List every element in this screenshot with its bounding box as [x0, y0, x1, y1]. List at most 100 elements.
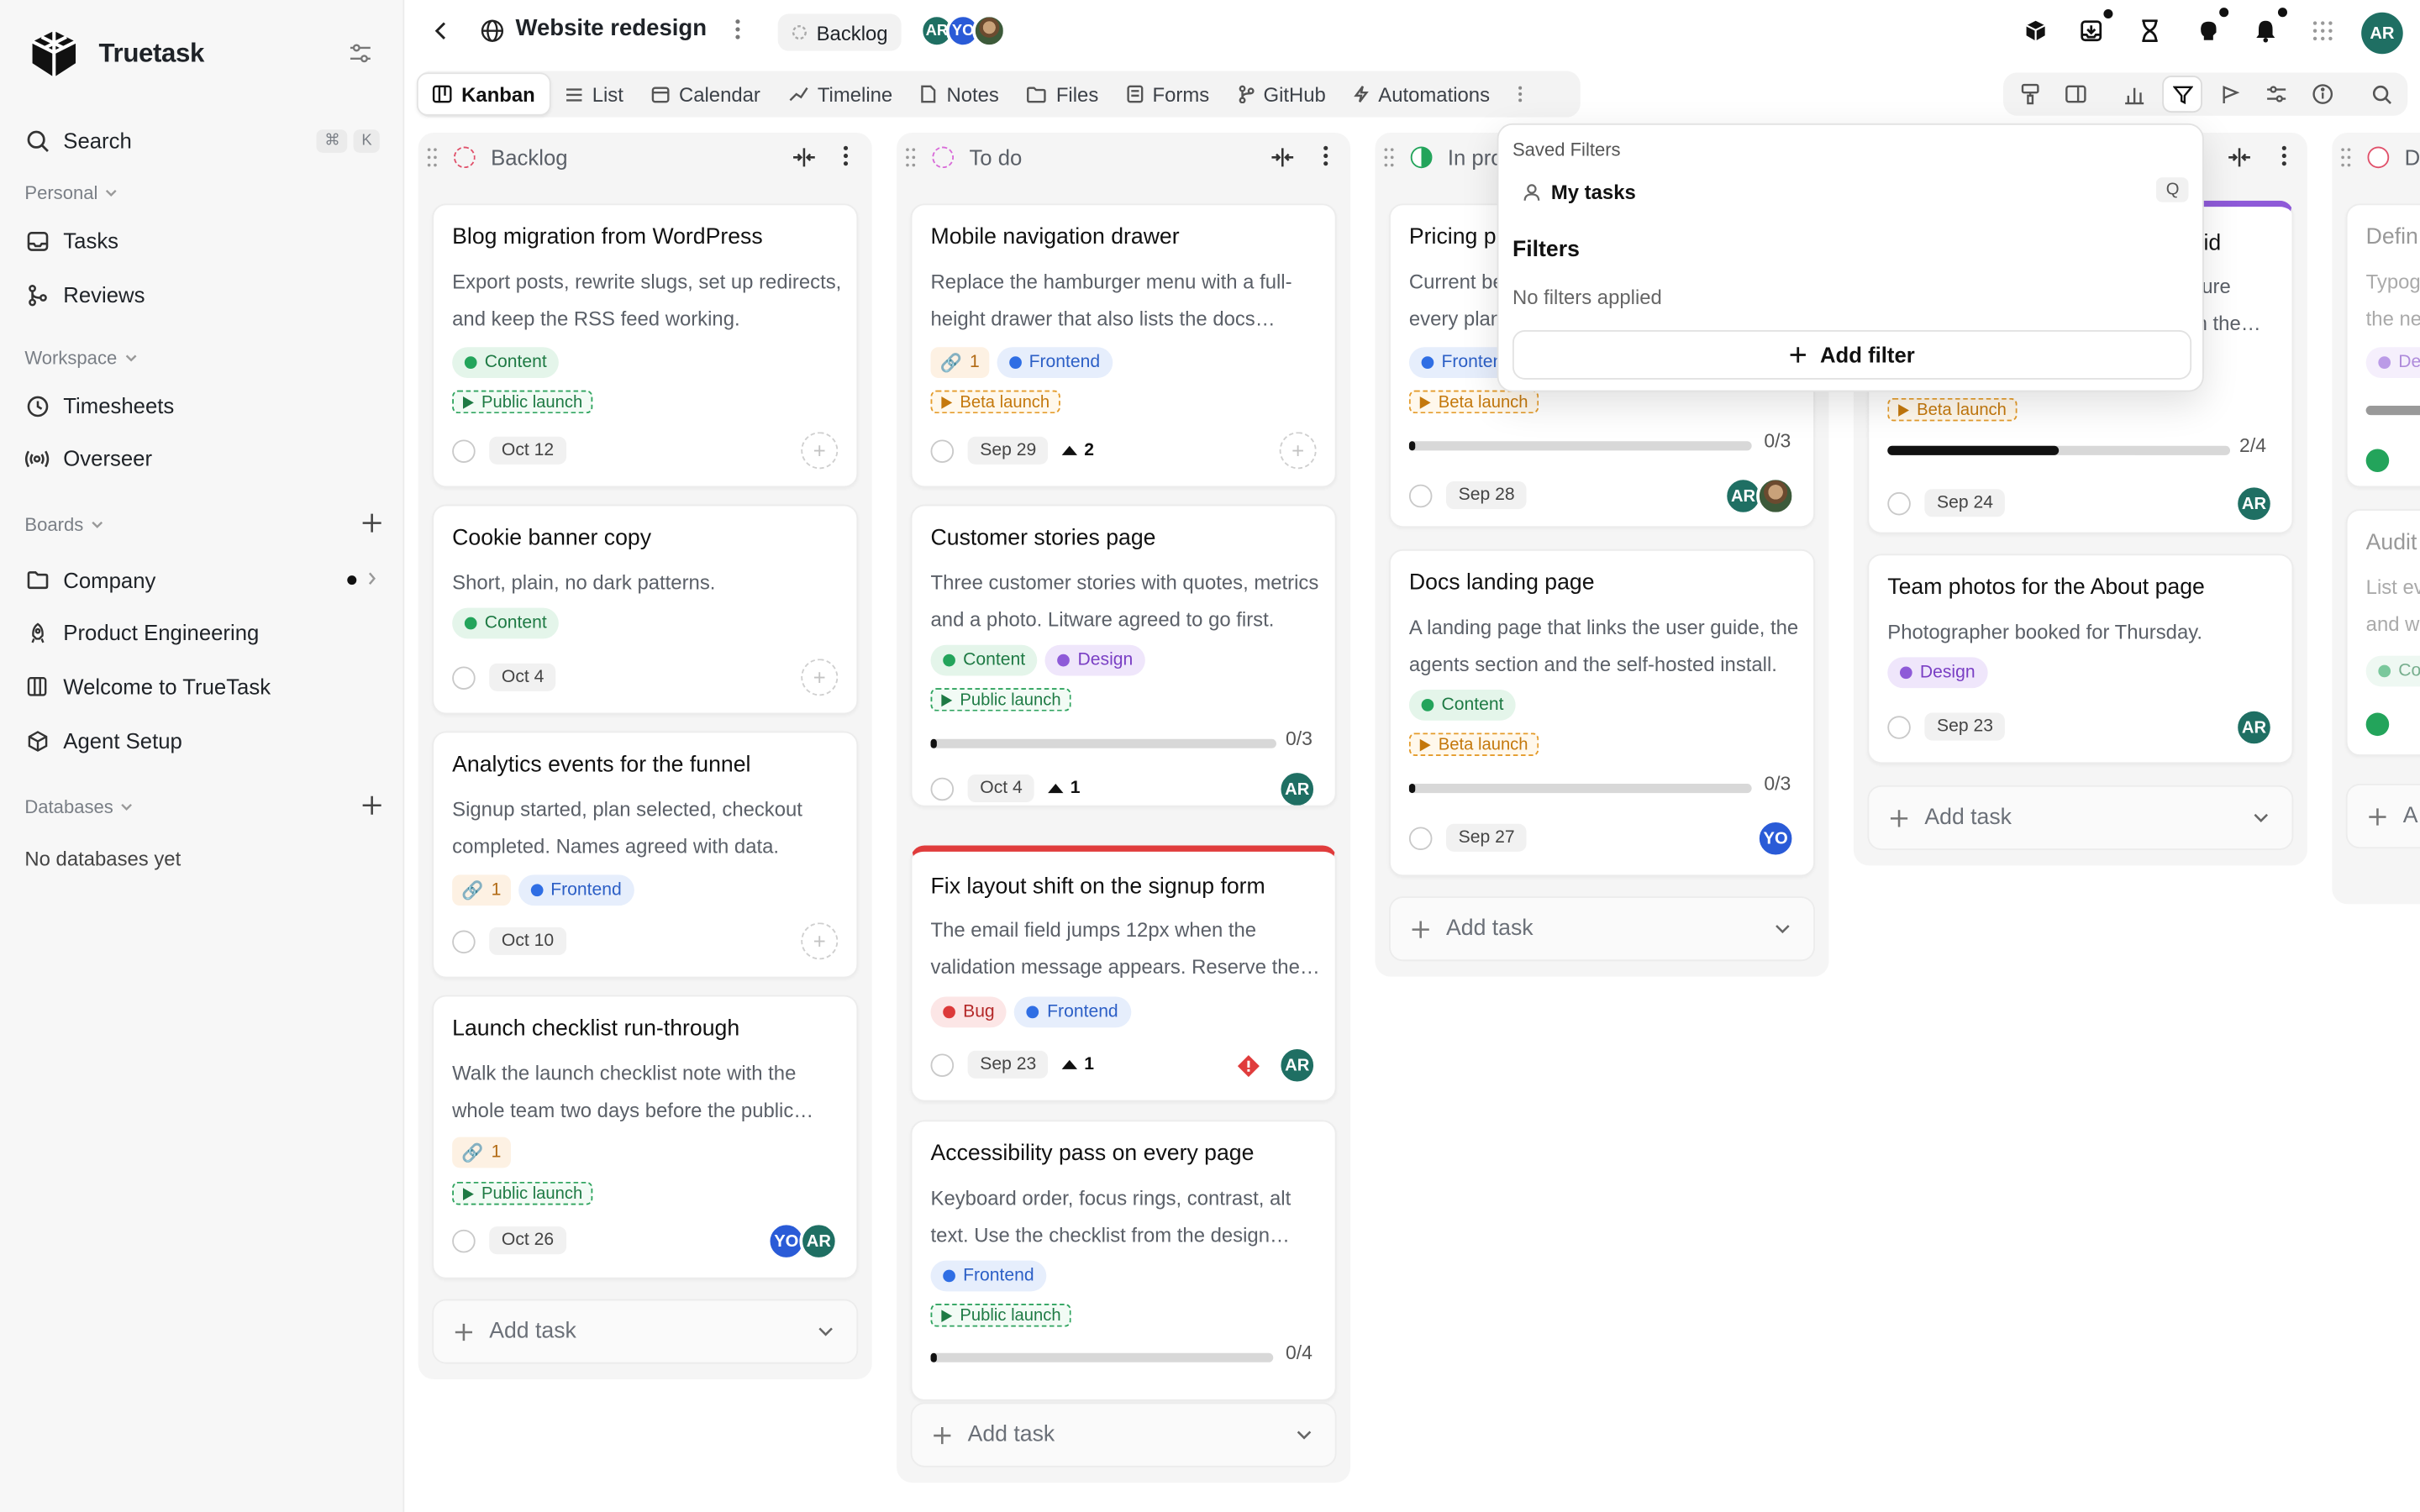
due-date[interactable]: Oct 10 [489, 927, 566, 955]
due-date[interactable]: Sep 29 [967, 436, 1049, 465]
search-icon[interactable] [2367, 81, 2395, 108]
complete-checkbox[interactable] [1408, 826, 1433, 850]
add-task-button[interactable]: Add task [432, 1299, 859, 1364]
board-more-icon[interactable] [734, 18, 740, 40]
add-task-button[interactable]: Add task [910, 1402, 1337, 1467]
chevron-down-icon[interactable] [2252, 808, 2270, 827]
due-date[interactable]: Oct 26 [489, 1226, 566, 1255]
sidebar-item-tasks[interactable]: Tasks [24, 223, 118, 257]
add-task-button[interactable]: A [2345, 784, 2420, 849]
drag-handle-icon[interactable] [904, 146, 917, 168]
column-more-icon[interactable] [1323, 145, 1328, 167]
tab-calendar[interactable]: Calendar [637, 72, 774, 115]
hourglass-icon[interactable] [2136, 17, 2164, 45]
chevron-down-icon[interactable] [1773, 920, 1791, 938]
milestone-badge[interactable]: Beta launch [930, 390, 1061, 414]
milestone-badge[interactable]: Public launch [930, 688, 1072, 711]
databases-section-toggle[interactable]: Databases [24, 796, 134, 817]
tag-content[interactable]: Content [930, 644, 1038, 676]
assignee-avatar[interactable]: AR [2234, 484, 2274, 523]
chevron-down-icon[interactable] [817, 1322, 835, 1341]
assignee-avatar[interactable]: AR [2234, 708, 2274, 747]
add-assignee-button[interactable]: + [801, 659, 839, 696]
due-date[interactable]: Oct 4 [967, 774, 1035, 803]
milestone-badge[interactable]: Public launch [930, 1304, 1072, 1327]
add-database-button[interactable] [356, 790, 387, 821]
due-date[interactable]: Sep 23 [1924, 712, 2006, 741]
column-more-icon[interactable] [843, 145, 849, 167]
tag-frontend[interactable]: Frontend [930, 1260, 1047, 1292]
chart-icon[interactable] [2121, 81, 2149, 108]
member-avatar-photo[interactable] [972, 13, 1007, 48]
complete-checkbox[interactable] [930, 438, 955, 463]
tag-content[interactable]: Content [452, 347, 560, 378]
linked-items-badge[interactable]: 🔗 1 [452, 874, 511, 906]
bell-icon[interactable] [2252, 17, 2280, 45]
tab-kanban[interactable]: Kanban [416, 72, 551, 116]
add-assignee-button[interactable]: + [801, 432, 839, 470]
tag-content[interactable]: Con [2365, 655, 2420, 687]
sidebar-item-welcome[interactable]: Welcome to TrueTask [24, 669, 271, 703]
collapse-icon[interactable] [2227, 146, 2251, 168]
collapse-icon[interactable] [1270, 146, 1295, 168]
tabs-more-button[interactable] [1504, 72, 1538, 115]
workspace-section-toggle[interactable]: Workspace [24, 347, 139, 369]
board-status-pill[interactable]: Backlog [777, 13, 902, 51]
sidebar-item-reviews[interactable]: Reviews [24, 278, 145, 312]
assignee-avatar[interactable]: AR [1277, 769, 1317, 806]
sidebar-item-overseer[interactable]: Overseer [24, 441, 152, 475]
complete-checkbox[interactable] [1887, 491, 1911, 515]
sidebar-item-product-engineering[interactable]: Product Engineering [24, 616, 259, 649]
task-card[interactable]: Accessibility pass on every page Keyboar… [910, 1120, 1337, 1401]
task-card[interactable]: Mobile navigation drawer Replace the ham… [910, 203, 1337, 488]
drag-handle-icon[interactable] [426, 146, 439, 168]
chevron-down-icon[interactable] [1295, 1425, 1313, 1444]
add-board-button[interactable] [356, 507, 387, 538]
completed-check-icon[interactable] [2365, 711, 2390, 736]
due-date[interactable]: Sep 23 [967, 1050, 1049, 1079]
tab-notes[interactable]: Notes [907, 72, 1013, 115]
add-task-button[interactable]: Add task [1389, 896, 1815, 962]
assignee-avatar-photo[interactable] [1756, 476, 1796, 516]
user-avatar[interactable]: AR [2361, 12, 2403, 55]
priority-badge[interactable]: 2 [1062, 441, 1094, 459]
complete-checkbox[interactable] [930, 776, 955, 801]
collapse-icon[interactable] [792, 146, 816, 168]
back-button[interactable] [432, 20, 450, 42]
tag-content[interactable]: Content [1408, 690, 1517, 721]
priority-badge[interactable]: 1 [1062, 1055, 1094, 1074]
completed-check-icon[interactable] [2365, 448, 2390, 472]
tag-design[interactable]: Des [2365, 347, 2420, 378]
milestone-badge[interactable]: Public launch [452, 390, 594, 414]
priority-badge[interactable]: 1 [1049, 780, 1080, 798]
tag-frontend[interactable]: Frontend [518, 874, 634, 906]
saved-filter-my-tasks[interactable]: My tasks [1523, 181, 1636, 203]
sidebar-panel-icon[interactable] [2062, 81, 2090, 108]
tab-files[interactable]: Files [1013, 72, 1112, 115]
tag-design[interactable]: Design [1044, 644, 1146, 676]
apps-grid-icon[interactable] [2309, 17, 2337, 45]
assignee-avatar[interactable]: AR [1277, 1046, 1317, 1085]
complete-checkbox[interactable] [1887, 715, 1911, 738]
linked-items-badge[interactable]: 🔗 1 [452, 1137, 511, 1168]
task-card[interactable]: Analytics events for the funnel Signup s… [432, 731, 859, 979]
task-card[interactable]: Audit List ev and w Con [2345, 509, 2420, 756]
tag-bug[interactable]: Bug [930, 996, 1007, 1028]
due-date[interactable]: Oct 12 [489, 436, 566, 465]
linked-items-badge[interactable]: 🔗 1 [930, 347, 989, 378]
tab-list[interactable]: List [550, 72, 637, 115]
task-card[interactable]: Team photos for the About page Photograp… [1867, 554, 2294, 764]
task-card[interactable]: Docs landing page A landing page that li… [1389, 549, 1815, 877]
paint-icon[interactable] [2016, 81, 2044, 108]
sliders-icon[interactable] [2263, 81, 2291, 108]
chevron-right-icon[interactable] [366, 571, 378, 586]
brand[interactable]: Truetask [26, 26, 204, 81]
due-date[interactable]: Sep 28 [1445, 481, 1528, 510]
tab-github[interactable]: GitHub [1223, 72, 1340, 115]
tab-automations[interactable]: Automations [1339, 72, 1503, 115]
search-button[interactable]: Search ⌘ K [24, 123, 380, 157]
task-card[interactable]: Defin Typog the ne Des [2345, 203, 2420, 488]
sidebar-item-agent-setup[interactable]: Agent Setup [24, 723, 182, 757]
sidebar-item-company[interactable]: Company [24, 563, 379, 596]
task-card[interactable]: Blog migration from WordPress Export pos… [432, 203, 859, 488]
